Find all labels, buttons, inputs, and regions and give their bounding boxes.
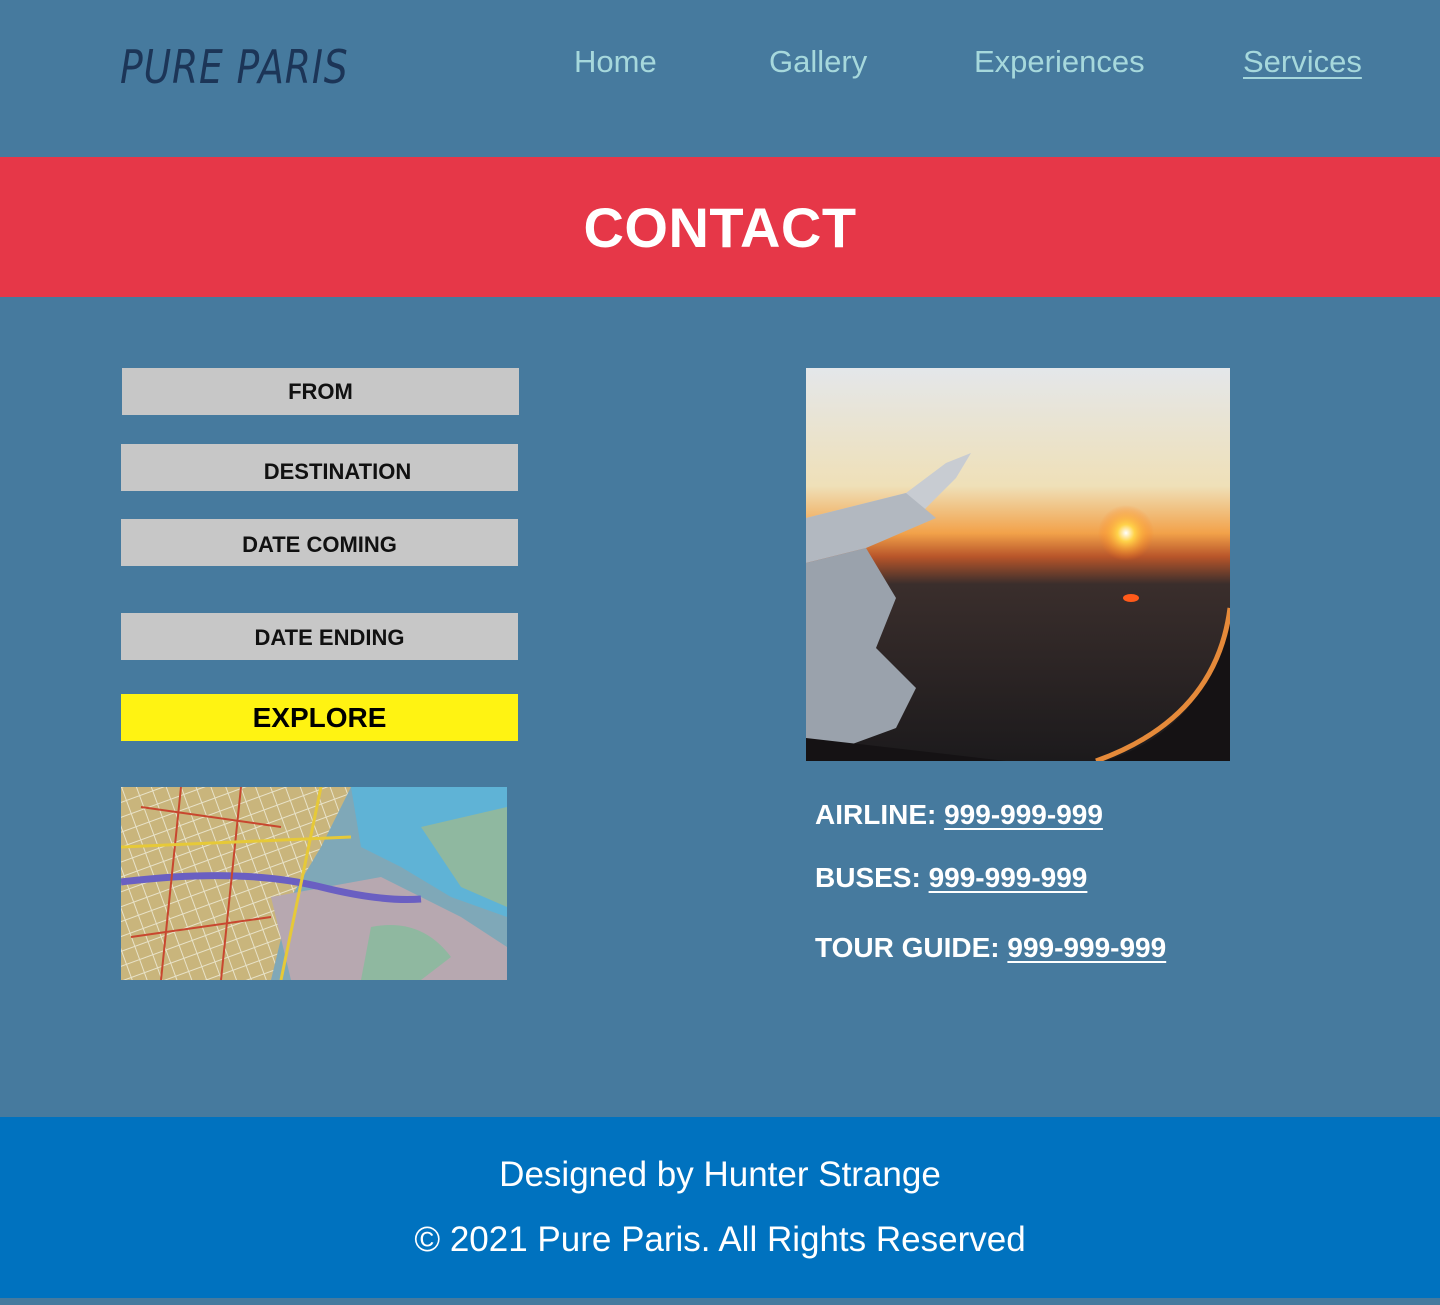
nav-home-link[interactable]: Home: [574, 44, 657, 80]
from-field[interactable]: FROM: [122, 368, 519, 415]
site-footer: [0, 1117, 1440, 1298]
airline-contact: AIRLINE: 999-999-999: [815, 799, 1103, 831]
date-ending-field[interactable]: DATE ENDING: [121, 613, 518, 660]
tour-guide-phone-link[interactable]: 999-999-999: [1007, 932, 1166, 963]
tour-guide-label: TOUR GUIDE:: [815, 932, 1000, 963]
site-logo[interactable]: PURE PARIS: [120, 40, 349, 94]
site-header: PURE PARIS Home Gallery Experiences Serv…: [0, 0, 1440, 157]
airline-phone-link[interactable]: 999-999-999: [944, 799, 1103, 830]
tour-guide-contact: TOUR GUIDE: 999-999-999: [815, 932, 1166, 964]
buses-label: BUSES:: [815, 862, 921, 893]
nav-services-link[interactable]: Services: [1243, 44, 1362, 80]
explore-button[interactable]: EXPLORE: [121, 694, 518, 741]
nav-experiences-link[interactable]: Experiences: [974, 44, 1145, 80]
map-image: [121, 787, 507, 980]
nav-gallery-link[interactable]: Gallery: [769, 44, 867, 80]
footer-copyright: © 2021 Pure Paris. All Rights Reserved: [414, 1220, 1026, 1259]
airplane-window-image: [806, 368, 1230, 761]
date-coming-field[interactable]: DATE COMING: [121, 519, 518, 566]
page-title: CONTACT: [583, 196, 857, 259]
destination-field[interactable]: DESTINATION: [121, 444, 518, 491]
airline-label: AIRLINE:: [815, 799, 937, 830]
buses-phone-link[interactable]: 999-999-999: [929, 862, 1088, 893]
footer-credit: Designed by Hunter Strange: [499, 1155, 941, 1194]
buses-contact: BUSES: 999-999-999: [815, 862, 1087, 894]
